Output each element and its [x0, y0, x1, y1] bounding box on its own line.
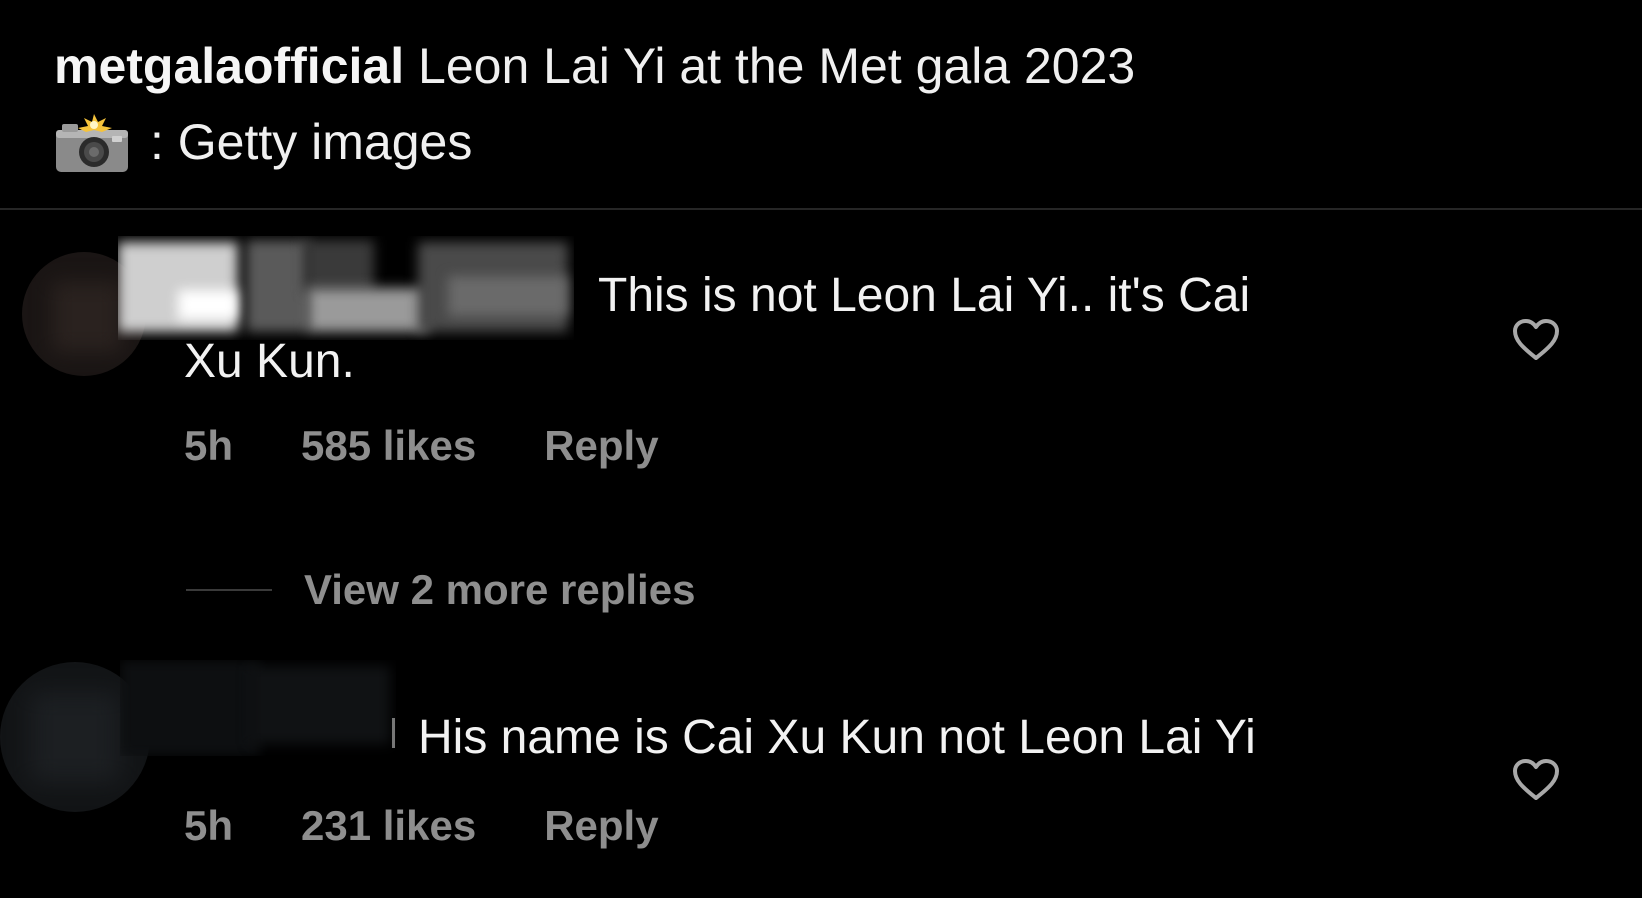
redacted-username	[118, 236, 574, 340]
comment-likes[interactable]: 231 likes	[301, 802, 476, 850]
comment-text-continued: Xu Kun.	[184, 335, 355, 388]
caption-text: Leon Lai Yi at the Met gala 2023	[418, 38, 1136, 94]
comment-time: 5h	[184, 802, 234, 849]
caption-line: metgalaofficial Leon Lai Yi at the Met g…	[54, 28, 1594, 104]
reply-button[interactable]: Reply	[544, 802, 658, 850]
comment-likes[interactable]: 585 likes	[301, 422, 476, 470]
comment-time: 5h	[184, 422, 234, 469]
post-username[interactable]: metgalaofficial	[54, 38, 404, 94]
view-more-replies-label: View 2 more replies	[304, 566, 696, 613]
caption-divider	[0, 208, 1642, 210]
comment-meta: 5h 231 likes Reply	[184, 802, 659, 850]
reply-button[interactable]: Reply	[544, 422, 658, 470]
heart-icon[interactable]	[1512, 758, 1560, 802]
comment-text: His name is Cai Xu Kun not Leon Lai Yi	[418, 711, 1256, 764]
comment-text: This is not Leon Lai Yi.. it's Cai	[598, 269, 1251, 322]
credit-text: : Getty images	[150, 114, 473, 170]
heart-icon[interactable]	[1512, 318, 1560, 362]
comment-meta: 5h 585 likes Reply	[184, 422, 659, 470]
post-caption: metgalaofficial Leon Lai Yi at the Met g…	[54, 28, 1594, 180]
camera-with-flash-icon	[54, 114, 132, 174]
view-more-replies-button[interactable]: View 2 more replies	[186, 566, 695, 614]
photo-credit: : Getty images	[54, 104, 1594, 180]
replies-divider-dash	[186, 589, 272, 591]
redacted-username	[120, 660, 396, 756]
